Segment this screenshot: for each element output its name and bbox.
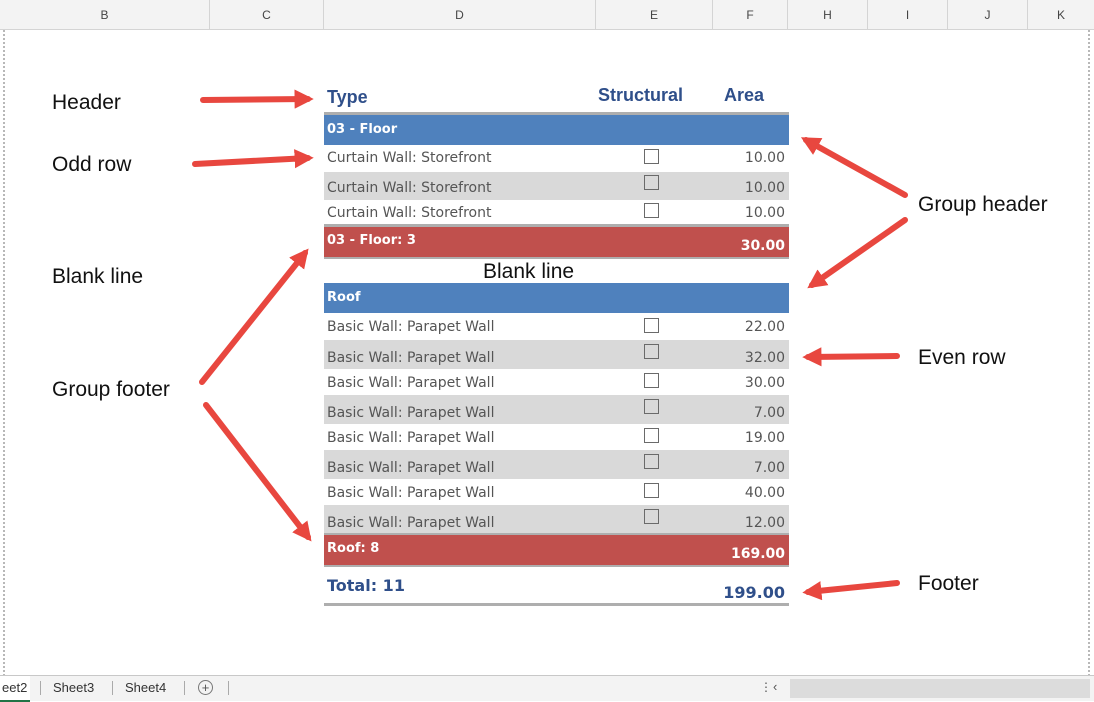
scroll-left-icon[interactable]: ‹	[773, 679, 777, 694]
tab-separator	[184, 681, 185, 695]
arrow-group-footer-roof	[203, 402, 312, 542]
sheet-tab-sheet4[interactable]: Sheet4	[119, 676, 172, 700]
splitter-handle-icon[interactable]: ⋮	[760, 680, 772, 694]
sheet-tab-sheet3[interactable]: Sheet3	[47, 676, 100, 700]
tab-separator	[228, 681, 229, 695]
arrow-footer	[802, 580, 900, 601]
sheet-tab-bar: eet2 Sheet3 Sheet4 + ⋮ ‹	[0, 675, 1094, 702]
arrow-even-row	[802, 347, 900, 367]
arrow-odd-row	[192, 149, 314, 169]
tab-separator	[112, 681, 113, 695]
plus-circle-icon[interactable]: +	[198, 680, 213, 695]
sheet-tab-sheet2[interactable]: eet2	[0, 676, 30, 702]
arrow-group-header-roof	[807, 217, 908, 289]
arrow-group-header-floor	[800, 137, 908, 198]
arrow-group-footer-floor	[199, 248, 309, 385]
arrow-header	[200, 89, 314, 109]
annotation-arrows	[192, 89, 908, 601]
horizontal-scrollbar[interactable]	[790, 679, 1090, 698]
tab-separator	[40, 681, 41, 695]
